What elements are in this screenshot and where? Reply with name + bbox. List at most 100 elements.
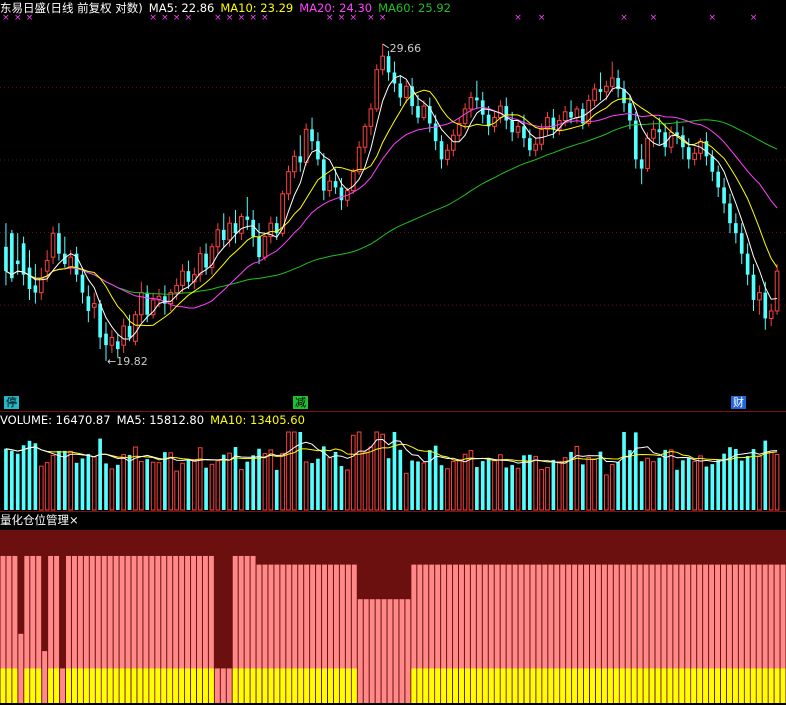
candle[interactable]	[298, 135, 303, 172]
candle[interactable]	[663, 123, 668, 157]
volume-bar[interactable]	[739, 460, 744, 510]
volume-bar[interactable]	[745, 455, 750, 510]
volume-bar[interactable]	[356, 431, 362, 511]
candle[interactable]	[57, 223, 61, 261]
volume-bar[interactable]	[139, 460, 144, 511]
volume-bar[interactable]	[427, 450, 432, 510]
candle[interactable]	[468, 91, 474, 118]
volume-bar[interactable]	[716, 459, 721, 510]
volume-bar[interactable]	[21, 445, 26, 510]
candle[interactable]	[380, 43, 385, 76]
volume-bar[interactable]	[91, 456, 97, 511]
candle[interactable]	[21, 236, 26, 286]
volume-bar[interactable]	[57, 450, 61, 510]
volume-bar[interactable]	[668, 449, 674, 511]
volume-bar[interactable]	[416, 461, 420, 510]
volume-bar[interactable]	[68, 450, 74, 511]
candle[interactable]	[475, 80, 479, 109]
volume-chart-pane[interactable]: VOLUME: 16470.87 MA5: 15812.80 MA10: 13405…	[0, 412, 786, 512]
volume-bar[interactable]	[215, 460, 221, 511]
candle[interactable]	[510, 111, 514, 142]
volume-bar[interactable]	[163, 452, 167, 510]
volume-bar[interactable]	[486, 458, 491, 510]
volume-bar[interactable]	[268, 449, 274, 511]
volume-bar[interactable]	[681, 460, 685, 510]
volume-bar[interactable]	[704, 466, 709, 510]
candle[interactable]	[80, 267, 85, 304]
position-bar[interactable]	[214, 668, 220, 703]
volume-bar[interactable]	[592, 458, 597, 511]
candle[interactable]	[498, 100, 503, 124]
volume-bar[interactable]	[622, 432, 626, 510]
candle[interactable]	[292, 150, 297, 178]
candle[interactable]	[316, 132, 320, 166]
volume-bar[interactable]	[15, 453, 20, 510]
volume-bar[interactable]	[27, 440, 32, 510]
volume-bar[interactable]	[74, 462, 79, 510]
candle[interactable]	[109, 329, 115, 353]
volume-bar[interactable]	[539, 468, 544, 511]
candle[interactable]	[598, 72, 603, 101]
position-bar[interactable]	[363, 599, 369, 703]
volume-bar[interactable]	[522, 455, 526, 510]
candle[interactable]	[251, 209, 255, 247]
volume-bar[interactable]	[492, 459, 497, 511]
signal-reduce-badge[interactable]: 减	[293, 396, 308, 409]
volume-bar[interactable]	[227, 452, 232, 511]
candle[interactable]	[239, 213, 244, 240]
candle[interactable]	[768, 303, 774, 327]
candle[interactable]	[33, 264, 38, 304]
candle[interactable]	[150, 292, 156, 319]
volume-bar[interactable]	[450, 461, 456, 511]
volume-bar[interactable]	[121, 454, 126, 511]
volume-bar[interactable]	[145, 459, 150, 510]
position-chart-pane[interactable]: 量化仓位管理×	[0, 512, 786, 705]
close-icon[interactable]: ×	[69, 513, 79, 527]
candle[interactable]	[439, 135, 444, 169]
volume-bar[interactable]	[62, 450, 67, 510]
volume-bar[interactable]	[251, 455, 255, 510]
position-bar[interactable]	[393, 599, 399, 703]
position-bar[interactable]	[387, 599, 393, 703]
volume-bar[interactable]	[728, 447, 732, 510]
candle[interactable]	[374, 64, 380, 112]
volume-bar[interactable]	[421, 462, 427, 511]
candle[interactable]	[133, 310, 138, 346]
candle[interactable]	[121, 318, 126, 353]
candle[interactable]	[486, 106, 491, 136]
candle[interactable]	[728, 193, 732, 234]
candle[interactable]	[745, 243, 750, 286]
volume-bar[interactable]	[545, 467, 550, 511]
position-chart[interactable]	[0, 512, 786, 705]
candle[interactable]	[739, 223, 744, 265]
candle[interactable]	[751, 264, 756, 311]
volume-bar[interactable]	[80, 458, 85, 510]
candle[interactable]	[722, 177, 726, 214]
candle[interactable]	[268, 216, 274, 244]
volume-bar[interactable]	[98, 438, 102, 510]
candle[interactable]	[533, 138, 539, 157]
volume-bar[interactable]	[528, 454, 532, 510]
volume-bar[interactable]	[280, 452, 285, 511]
volume-bar[interactable]	[757, 455, 762, 511]
candle[interactable]	[592, 83, 597, 107]
position-bar[interactable]	[220, 668, 226, 703]
volume-bar[interactable]	[350, 434, 356, 511]
volume-bar[interactable]	[616, 462, 620, 510]
volume-bar[interactable]	[663, 449, 668, 510]
volume-bar[interactable]	[398, 449, 403, 510]
volume-bar[interactable]	[4, 448, 8, 510]
candle[interactable]	[445, 144, 450, 166]
candle[interactable]	[398, 75, 403, 107]
volume-bar[interactable]	[10, 450, 14, 510]
candle[interactable]	[757, 285, 762, 315]
position-bar[interactable]	[399, 599, 405, 703]
volume-bar[interactable]	[556, 460, 562, 511]
volume-bar[interactable]	[692, 460, 697, 511]
volume-chart[interactable]	[0, 412, 786, 512]
candle[interactable]	[639, 144, 644, 185]
candle[interactable]	[622, 80, 626, 112]
position-bar[interactable]	[226, 668, 232, 703]
candle[interactable]	[215, 223, 221, 254]
volume-bar[interactable]	[221, 454, 226, 510]
